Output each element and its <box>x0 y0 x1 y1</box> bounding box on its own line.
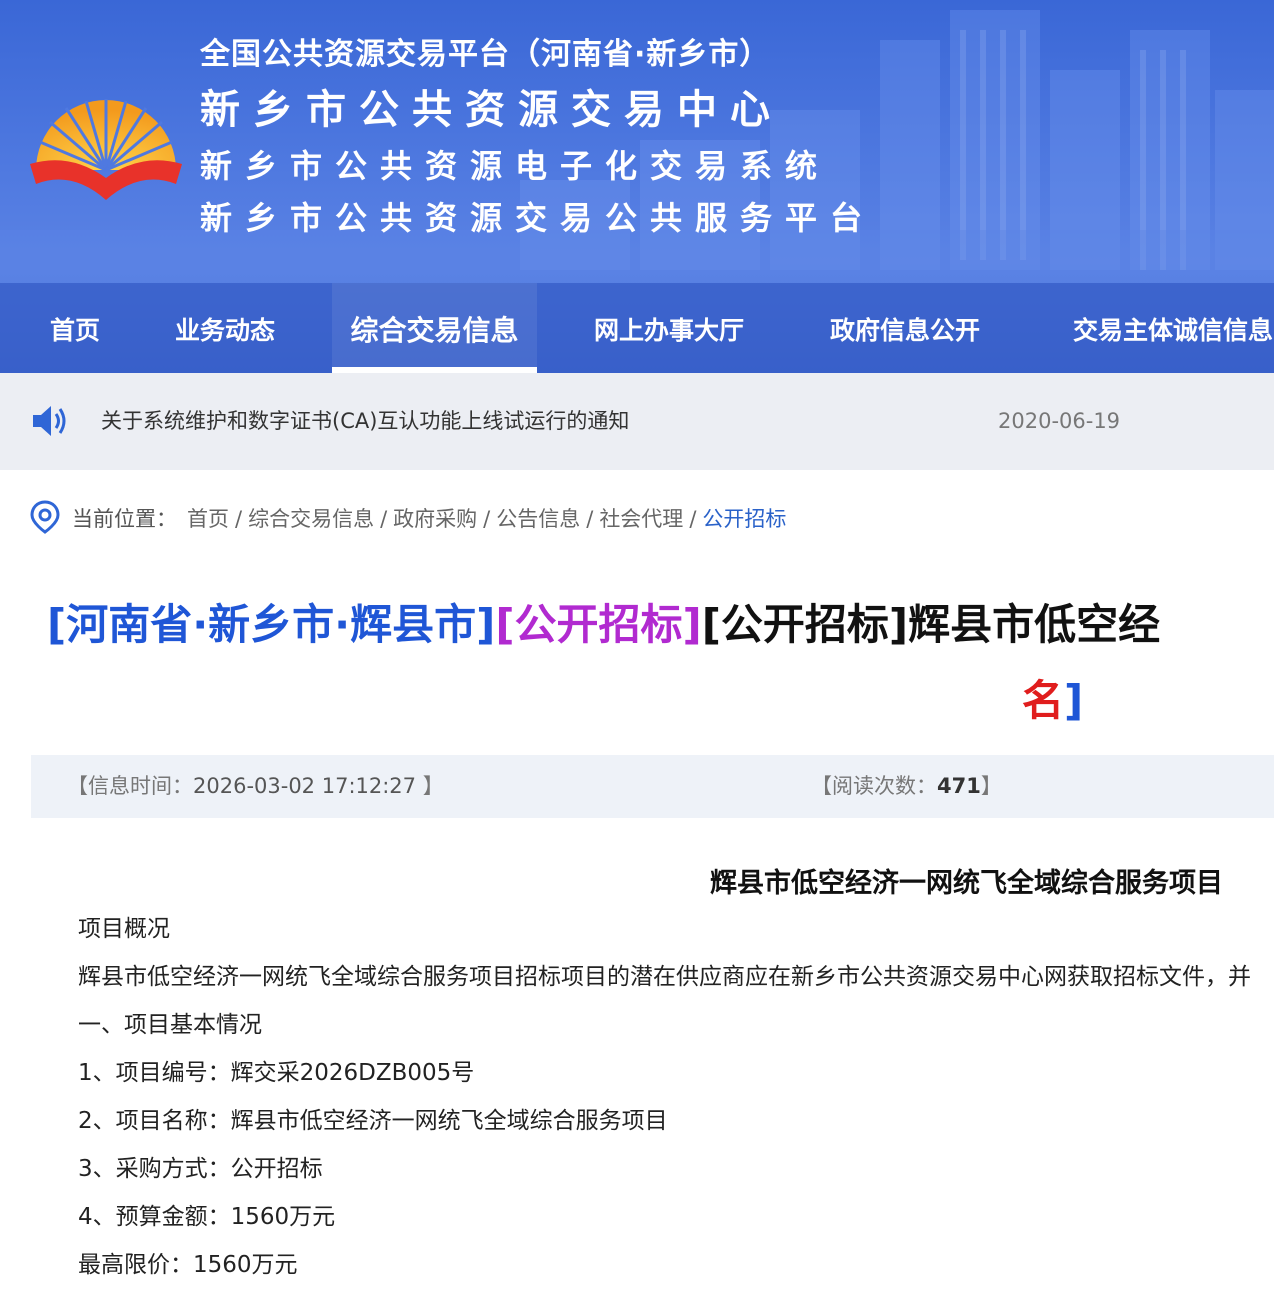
service-platform-name: 新乡市公共资源交易公共服务平台 <box>200 199 876 237</box>
item-max-price: 最高限价：1560万元 <box>78 1252 298 1278</box>
nav-item-trading-info[interactable]: 综合交易信息 <box>332 283 537 373</box>
paragraph-intro: 辉县市低空经济一网统飞全域综合服务项目招标项目的潜在供应商应在新乡市公共资源交易… <box>78 964 1251 990</box>
title-category: [公开招标] <box>495 600 702 649</box>
info-reads-value: 471 <box>937 774 981 798</box>
header-titles: 全国公共资源交易平台（河南省·新乡市） 新乡市公共资源交易中心 新乡市公共资源电… <box>200 30 875 244</box>
info-time: 【信息时间：2026-03-02 17:12:27 】 <box>67 755 444 818</box>
section-basic-info: 一、项目基本情况 <box>78 1012 262 1038</box>
notice-link[interactable]: 关于系统维护和数字证书(CA)互认功能上线试运行的通知 <box>101 373 629 470</box>
info-time-close: 】 <box>416 774 444 798</box>
nav-item-credit-info[interactable]: 交易主体诚信信息 <box>1073 283 1273 373</box>
info-time-label: 【信息时间： <box>67 774 193 798</box>
center-name: 新乡市公共资源交易中心 <box>200 87 783 133</box>
site-header: 全国公共资源交易平台（河南省·新乡市） 新乡市公共资源交易中心 新乡市公共资源电… <box>0 0 1274 373</box>
title-location: [河南省·新乡市·辉县市] <box>47 600 496 649</box>
item-procurement-method: 3、采购方式：公开招标 <box>78 1156 323 1182</box>
location-pin-icon <box>30 500 60 534</box>
breadcrumb-label: 当前位置： <box>72 507 177 531</box>
article-content: 项目概况 辉县市低空经济一网统飞全域综合服务项目招标项目的潜在供应商应在新乡市公… <box>78 905 1274 1289</box>
breadcrumb: 当前位置： 首页 / 综合交易信息 / 政府采购 / 公告信息 / 社会代理 / 公开招标 <box>30 497 786 541</box>
sunrise-book-logo <box>30 99 182 200</box>
article-title: [河南省·新乡市·辉县市][公开招标][公开招标]辉县市低空经 <box>47 590 1274 730</box>
nav-item-home[interactable]: 首页 <box>50 283 100 373</box>
info-reads-close: 】 <box>980 774 1002 798</box>
article-info-bar: 【信息时间：2026-03-02 17:12:27 】 【阅读次数：471】 <box>31 755 1274 818</box>
title-red-text: 名 <box>1022 676 1065 725</box>
breadcrumb-announcements[interactable]: 公告信息 <box>496 507 580 531</box>
breadcrumb-separator: / <box>235 507 243 531</box>
system-name: 新乡市公共资源电子化交易系统 <box>200 147 831 185</box>
nav-item-gov-disclosure[interactable]: 政府信息公开 <box>830 283 980 373</box>
speaker-icon <box>33 406 66 436</box>
platform-line: 全国公共资源交易平台（河南省·新乡市） <box>200 37 771 72</box>
article-title-line2: 名] <box>1022 666 1083 736</box>
main-nav: 首页 业务动态 综合交易信息 网上办事大厅 政府信息公开 交易主体诚信信息 <box>0 283 1274 373</box>
breadcrumb-separator: / <box>380 507 388 531</box>
breadcrumb-gov-procurement[interactable]: 政府采购 <box>393 507 477 531</box>
breadcrumb-social-agency[interactable]: 社会代理 <box>599 507 683 531</box>
breadcrumb-trading-info[interactable]: 综合交易信息 <box>248 507 374 531</box>
doc-heading: 辉县市低空经济一网统飞全域综合服务项目 <box>710 868 1223 899</box>
title-close-bracket: ] <box>1064 676 1084 725</box>
breadcrumb-home[interactable]: 首页 <box>187 507 229 531</box>
section-project-overview: 项目概况 <box>78 916 170 942</box>
breadcrumb-separator: / <box>689 507 697 531</box>
info-reads-label: 【阅读次数： <box>811 774 937 798</box>
title-main: [公开招标]辉县市低空经 <box>701 600 1161 649</box>
nav-item-business-news[interactable]: 业务动态 <box>175 283 275 373</box>
breadcrumb-open-tender[interactable]: 公开招标 <box>702 507 786 531</box>
breadcrumb-separator: / <box>483 507 491 531</box>
info-time-value: 2026-03-02 17:12:27 <box>193 774 417 798</box>
notice-bar: 关于系统维护和数字证书(CA)互认功能上线试运行的通知 2020-06-19 <box>0 373 1274 470</box>
item-project-number: 1、项目编号：辉交采2026DZB005号 <box>78 1060 475 1086</box>
nav-item-online-hall[interactable]: 网上办事大厅 <box>594 283 744 373</box>
item-project-name: 2、项目名称：辉县市低空经济一网统飞全域综合服务项目 <box>78 1108 668 1134</box>
info-reads: 【阅读次数：471】 <box>811 755 1002 818</box>
item-budget: 4、预算金额：1560万元 <box>78 1204 336 1230</box>
notice-date: 2020-06-19 <box>998 409 1121 433</box>
breadcrumb-separator: / <box>586 507 594 531</box>
